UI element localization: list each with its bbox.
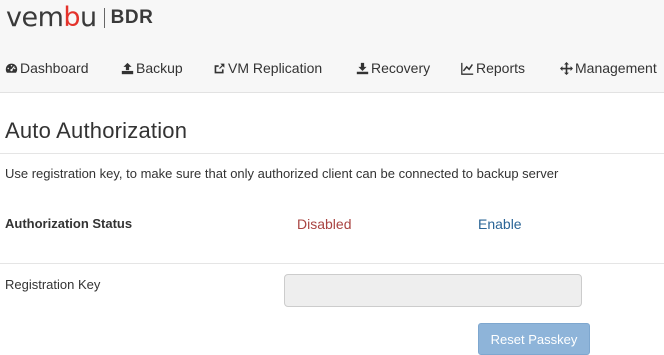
page-description: Use registration key, to make sure that … — [5, 166, 559, 181]
divider — [0, 153, 664, 154]
nav-item-backup[interactable]: Backup — [120, 56, 183, 80]
page-title: Auto Authorization — [5, 118, 188, 143]
line-chart-icon — [460, 61, 474, 75]
nav-item-dashboard[interactable]: Dashboard — [4, 56, 89, 80]
nav-item-management[interactable]: Management — [559, 56, 657, 80]
nav-label: Recovery — [371, 60, 431, 76]
vembu-bdr-logo[interactable]: vembu BDR — [6, 3, 153, 33]
registration-key-label: Registration Key — [5, 277, 101, 292]
nav-label: Backup — [136, 60, 183, 76]
main-nav: Dashboard Backup VM Replication Recovery… — [0, 56, 664, 80]
move-icon — [559, 61, 573, 75]
enable-link[interactable]: Enable — [478, 216, 522, 232]
nav-label: Management — [575, 60, 657, 76]
nav-label: Reports — [476, 60, 526, 76]
authorization-status-label: Authorization Status — [5, 216, 133, 231]
authorization-status-value: Disabled — [297, 216, 352, 232]
upload-icon — [120, 61, 134, 75]
download-icon — [355, 61, 369, 75]
nav-item-reports[interactable]: Reports — [460, 56, 525, 80]
top-header: vembu BDR Dashboard Backup VM Replicatio… — [0, 0, 664, 93]
share-icon — [212, 61, 226, 75]
logo-separator — [103, 8, 105, 28]
nav-label: Dashboard — [20, 60, 89, 76]
logo-wordmark: vembu — [6, 2, 97, 33]
registration-key-field[interactable] — [284, 274, 582, 307]
reset-passkey-button[interactable]: Reset Passkey — [478, 323, 590, 355]
nav-label: VM Replication — [228, 60, 323, 76]
nav-item-recovery[interactable]: Recovery — [355, 56, 430, 80]
logo-product-name: BDR — [110, 7, 154, 28]
nav-item-vm-replication[interactable]: VM Replication — [212, 56, 322, 80]
divider — [0, 263, 664, 264]
dashboard-icon — [4, 61, 18, 75]
